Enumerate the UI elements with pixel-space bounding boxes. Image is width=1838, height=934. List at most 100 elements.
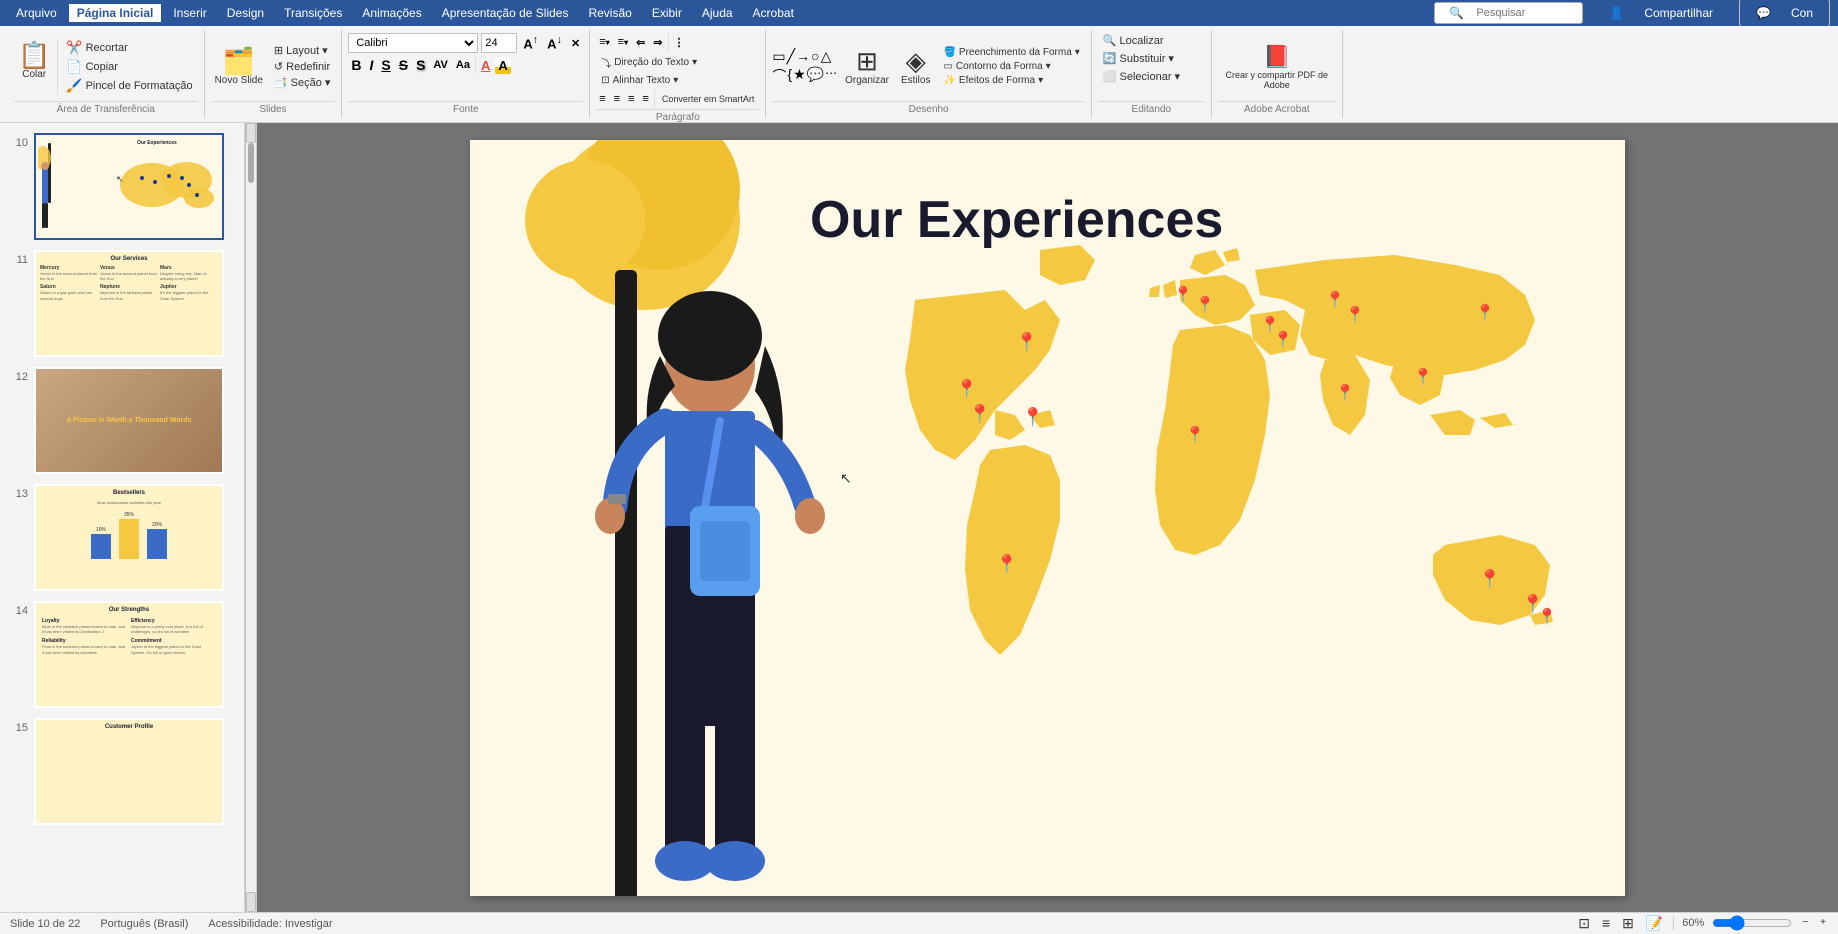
secao-button[interactable]: 📑 Seção ▾ xyxy=(269,75,335,90)
menu-inserir[interactable]: Inserir xyxy=(165,4,214,22)
view-outline-button[interactable]: ≡ xyxy=(1600,914,1612,933)
bracket-shape-icon[interactable]: { xyxy=(787,66,792,86)
italic-button[interactable]: I xyxy=(366,56,376,74)
slide-canvas[interactable]: Our Experiences xyxy=(470,140,1625,896)
callout-shape-icon[interactable]: 💬 xyxy=(807,66,824,86)
slide-thumb-13[interactable]: 13 Bestsellers Most downloaded activitie… xyxy=(6,482,238,593)
align-arrow-icon: ▾ xyxy=(673,75,678,86)
substituir-icon: 🔄 xyxy=(1103,52,1117,65)
slide-thumb-11[interactable]: 11 Our Services MercuryVenus is the seco… xyxy=(6,248,238,359)
cut-icon: ✂️ xyxy=(66,40,82,56)
menu-design[interactable]: Design xyxy=(219,4,272,22)
selecionar-arrow-icon: ▾ xyxy=(1174,70,1180,83)
numbering-button[interactable]: ≡▾ xyxy=(615,33,631,51)
contorno-button[interactable]: ▭ Contorno da Forma ▾ xyxy=(938,60,1084,73)
menu-pagina-inicial[interactable]: Página Inicial xyxy=(69,4,162,22)
align-center-button[interactable]: ≡ xyxy=(611,90,623,108)
char-spacing-button[interactable]: AV xyxy=(430,58,450,72)
slide-thumb-10[interactable]: 10 Our Experiences xyxy=(6,131,238,242)
align-right-button[interactable]: ≡ xyxy=(625,90,637,108)
slide-panel-scrollbar[interactable] xyxy=(245,123,257,912)
localizar-button[interactable]: 🔍 Localizar xyxy=(1098,33,1169,48)
new-slide-button[interactable]: 🗂️ Novo Slide xyxy=(211,45,267,89)
bullets-button[interactable]: ≡▾ xyxy=(596,33,612,51)
comment-button[interactable]: 💬 Con xyxy=(1739,0,1830,27)
svg-text:📍: 📍 xyxy=(1185,425,1205,444)
efeitos-icon: ✨ xyxy=(943,75,955,86)
preenchimento-button[interactable]: 🪣 Preenchimento da Forma ▾ xyxy=(938,46,1084,59)
paste-button[interactable]: 📋 Colar xyxy=(14,39,54,95)
indent-button[interactable]: ⇒ xyxy=(650,33,665,51)
triangle-shape-icon[interactable]: △ xyxy=(821,48,832,65)
menu-animacoes[interactable]: Animações xyxy=(354,4,429,22)
justify-button[interactable]: ≡ xyxy=(639,90,651,108)
line-shape-icon[interactable]: ╱ xyxy=(787,48,795,65)
zoom-in-button[interactable]: + xyxy=(1818,916,1828,930)
svg-text:📍: 📍 xyxy=(1195,295,1215,314)
format-painter-button[interactable]: 🖌️ Pincel de Formatação xyxy=(61,77,197,95)
layout-icon: ⊞ xyxy=(274,44,283,57)
menu-acrobat[interactable]: Acrobat xyxy=(745,4,802,22)
toolbar: 📋 Colar ✂️ Recortar 📄 Copiar xyxy=(0,26,1838,123)
view-normal-button[interactable]: ⊡ xyxy=(1576,914,1592,933)
menu-revisao[interactable]: Revisão xyxy=(580,4,639,22)
menu-exibir[interactable]: Exibir xyxy=(644,4,690,22)
outdent-button[interactable]: ⇐ xyxy=(633,33,648,51)
font-highlight-button[interactable]: A xyxy=(495,57,510,74)
slide-thumb-12[interactable]: 12 A Picture Is Worth a Thousand Words xyxy=(6,365,238,476)
columns-button[interactable]: ⋮ xyxy=(671,33,688,51)
decrease-font-button[interactable]: A↓ xyxy=(544,33,565,52)
search-icon: 🔍 xyxy=(1441,4,1472,22)
smartart-button[interactable]: Converter em SmartArt xyxy=(657,90,760,108)
substituir-button[interactable]: 🔄 Substituir ▾ xyxy=(1098,51,1179,66)
search-input[interactable] xyxy=(1476,7,1576,19)
slide-preview-15[interactable]: Customer Profile xyxy=(34,718,224,825)
clear-format-button[interactable]: ✕ xyxy=(568,36,583,51)
case-button[interactable]: Aa xyxy=(453,58,473,72)
oval-shape-icon[interactable]: ○ xyxy=(811,48,819,65)
menu-arquivo[interactable]: Arquivo xyxy=(8,4,65,22)
view-notes-button[interactable]: 📝 xyxy=(1644,914,1665,933)
underline-button[interactable]: S xyxy=(378,56,393,74)
slide-thumb-15[interactable]: 15 Customer Profile xyxy=(6,716,238,827)
secao-icon: 📑 xyxy=(274,76,288,89)
selecionar-button[interactable]: ⬜ Selecionar ▾ xyxy=(1098,69,1185,84)
slide-preview-12[interactable]: A Picture Is Worth a Thousand Words xyxy=(34,367,224,474)
slide-preview-11[interactable]: Our Services MercuryVenus is the second … xyxy=(34,250,224,357)
slide-preview-14[interactable]: Our Strengths LoyaltyBluto is the smarte… xyxy=(34,601,224,708)
estilos-button[interactable]: ◈ Estilos xyxy=(897,45,934,89)
slide-preview-13[interactable]: Bestsellers Most downloaded activities t… xyxy=(34,484,224,591)
menu-transicoes[interactable]: Transições xyxy=(276,4,350,22)
organizar-button[interactable]: ⊞ Organizar xyxy=(841,45,893,89)
curve-shape-icon[interactable]: ⌒ xyxy=(772,66,786,86)
slide-preview-10[interactable]: Our Experiences xyxy=(34,133,224,240)
menu-ajuda[interactable]: Ajuda xyxy=(694,4,741,22)
acrobat-create-button[interactable]: 📕 Crear y compartir PDF de Adobe xyxy=(1218,42,1336,92)
star-shape-icon[interactable]: ★ xyxy=(793,66,806,86)
view-sorter-button[interactable]: ⊞ xyxy=(1620,914,1636,933)
bold-button[interactable]: B xyxy=(348,56,364,74)
share-button[interactable]: 👤 Compartilhar xyxy=(1589,0,1733,26)
more-shapes-icon[interactable]: ⋯ xyxy=(825,66,837,86)
layout-button[interactable]: ⊞ Layout ▾ xyxy=(269,43,335,58)
text-direction-button[interactable]: ⤵ Direção do Texto ▾ xyxy=(596,54,702,71)
zoom-slider[interactable] xyxy=(1712,919,1792,927)
font-color-button[interactable]: A xyxy=(478,57,493,74)
main-area: 10 Our Experiences xyxy=(0,123,1838,912)
menu-apresentacao[interactable]: Apresentação de Slides xyxy=(434,4,577,22)
arrow-shape-icon[interactable]: → xyxy=(796,48,810,65)
font-family-select[interactable]: Calibri xyxy=(348,33,478,53)
align-text-button[interactable]: ⊡ Alinhar Texto ▾ xyxy=(596,74,683,87)
rect-shape-icon[interactable]: ▭ xyxy=(772,48,785,65)
redefinir-button[interactable]: ↺ Redefinir xyxy=(269,59,335,74)
zoom-out-button[interactable]: − xyxy=(1800,916,1810,930)
efeitos-button[interactable]: ✨ Efeitos de Forma ▾ xyxy=(938,74,1084,87)
align-left-button[interactable]: ≡ xyxy=(596,90,608,108)
slide-thumb-14[interactable]: 14 Our Strengths LoyaltyBluto is the sma… xyxy=(6,599,238,710)
cut-button[interactable]: ✂️ Recortar xyxy=(61,39,197,57)
strikethrough-button[interactable]: S xyxy=(396,56,411,74)
copy-button[interactable]: 📄 Copiar xyxy=(61,58,197,76)
increase-font-button[interactable]: A↑ xyxy=(520,33,541,52)
font-size-input[interactable] xyxy=(481,33,517,53)
shadow-button[interactable]: S xyxy=(413,56,428,74)
